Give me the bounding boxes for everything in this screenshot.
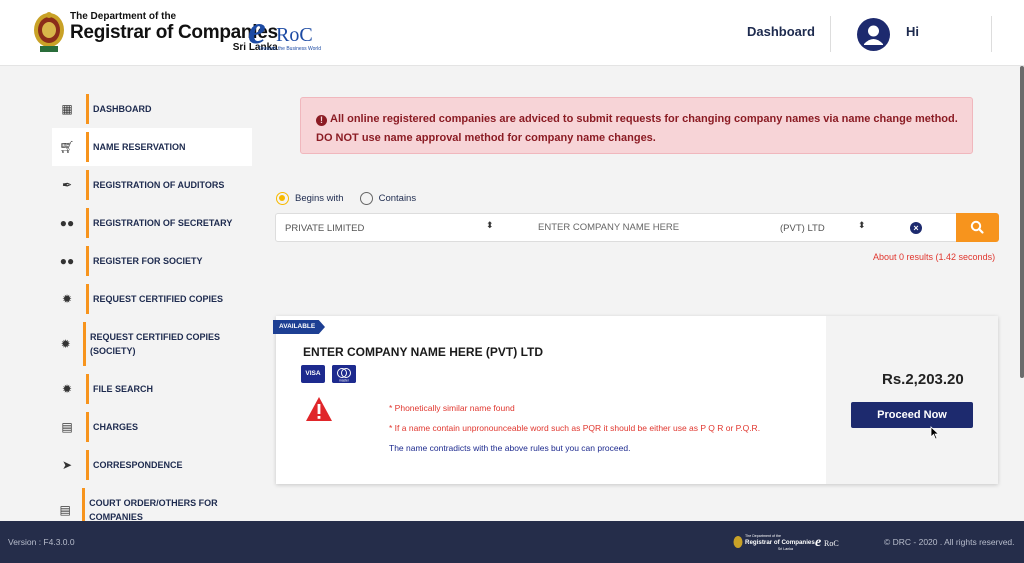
results-count: About 0 results (1.42 seconds)	[873, 252, 996, 262]
visa-icon: VISA	[301, 365, 325, 383]
footer-logo: The Department of the Registrar of Compa…	[733, 531, 848, 553]
company-search-bar: PRIVATE LIMITED ⬍ ENTER COMPANY NAME HER…	[275, 213, 957, 242]
result-company-name: ENTER COMPANY NAME HERE (PVT) LTD	[303, 345, 544, 359]
sidebar-item-label: FILE SEARCH	[93, 384, 154, 394]
proceed-note-message: The name contradicts with the above rule…	[389, 443, 631, 453]
sri-lanka-emblem-icon	[34, 12, 64, 52]
warning-triangle-icon	[306, 397, 332, 421]
dashboard-link[interactable]: Dashboard	[747, 24, 815, 39]
footer-dept-line: The Department of the	[745, 534, 781, 538]
sidebar-item-label: DASHBOARD	[93, 104, 152, 114]
price-panel	[826, 316, 998, 484]
contains-label[interactable]: Contains	[379, 193, 417, 204]
paper-plane-icon: ➤	[61, 458, 73, 472]
sidebar-item-request-certified-copies[interactable]: ✹ REQUEST CERTIFIED COPIES	[52, 280, 252, 318]
alert-line-2: DO NOT use name approval method for comp…	[316, 132, 656, 144]
eroc-tagline: Towards the Business World	[258, 46, 321, 52]
sort-arrows-icon[interactable]: ⬍	[486, 220, 494, 231]
users-icon: ●●	[59, 216, 75, 230]
exclamation-circle-icon: !	[316, 115, 327, 126]
sidebar-item-file-search[interactable]: ✹ FILE SEARCH	[52, 370, 252, 408]
footer-registrar: Registrar of Companies	[745, 539, 815, 546]
search-button[interactable]	[956, 213, 999, 242]
sort-arrows-icon[interactable]: ⬍	[858, 220, 866, 231]
copyright-text: © DRC - 2020 . All rights reserved.	[884, 537, 1015, 547]
sidebar-item-label: REGISTER FOR SOCIETY	[93, 256, 203, 266]
name-change-alert: ! All online registered companies are adv…	[300, 97, 973, 154]
company-name-input[interactable]: ENTER COMPANY NAME HERE	[538, 222, 679, 233]
version-text: Version : F4.3.0.0	[8, 537, 75, 547]
seal-icon: ✹	[61, 382, 73, 396]
contains-radio[interactable]	[359, 192, 373, 205]
sidebar-nav: ▦ DASHBOARD 🛒︎ NAME RESERVATION ✒ REGIST…	[52, 90, 252, 536]
top-header: The Department of the Registrar of Compa…	[0, 0, 1024, 66]
users-icon: ●●	[59, 254, 75, 268]
file-plus-icon: ▤	[59, 503, 71, 517]
proceed-now-button[interactable]: Proceed Now	[851, 402, 973, 428]
mouse-cursor-icon	[930, 426, 940, 440]
footer-eroc-e: e	[815, 535, 821, 550]
sidebar-item-label: REQUEST CERTIFIED COPIES (SOCIETY)	[90, 332, 221, 356]
similar-name-message: * Phonetically similar name found	[389, 403, 515, 413]
sidebar-item-registration-of-auditors[interactable]: ✒ REGISTRATION OF AUDITORS	[52, 166, 252, 204]
clear-icon[interactable]: ×	[910, 222, 922, 234]
seal-icon: ✹	[61, 292, 73, 306]
sidebar-item-registration-of-secretary[interactable]: ●● REGISTRATION OF SECRETARY	[52, 204, 252, 242]
footer-country: Sri Lanka	[778, 547, 793, 551]
unpronounceable-message: * If a name contain unpronounceable word…	[389, 423, 761, 433]
sidebar-item-label: CHARGES	[93, 422, 139, 432]
header-divider	[830, 16, 831, 52]
search-mode-group: Begins with Contains	[276, 192, 432, 205]
page-footer: Version : F4.3.0.0 The Department of the…	[0, 521, 1024, 563]
search-icon	[970, 220, 984, 234]
file-invoice-icon: ▤	[61, 420, 73, 434]
result-card: AVAILABLE ENTER COMPANY NAME HERE (PVT) …	[273, 316, 998, 484]
header-divider	[991, 16, 992, 52]
logo-registrar: Registrar of Companies	[70, 21, 278, 43]
eroc-logo: e RoC Towards the Business World	[248, 7, 326, 54]
pen-icon: ✒	[61, 178, 73, 192]
sidebar-item-name-reservation[interactable]: 🛒︎ NAME RESERVATION	[52, 128, 252, 166]
cart-icon: 🛒︎	[59, 140, 75, 154]
user-avatar-icon[interactable]	[857, 18, 890, 51]
available-badge: AVAILABLE	[273, 320, 325, 334]
begins-with-label[interactable]: Begins with	[295, 193, 344, 204]
eroc-text: RoC	[276, 24, 313, 46]
sidebar-item-label: REQUEST CERTIFIED COPIES	[93, 294, 224, 304]
mastercard-text: master	[339, 379, 350, 383]
footer-eroc-text: RoC	[824, 539, 839, 548]
company-type-select[interactable]: PRIVATE LIMITED	[285, 223, 364, 234]
sidebar-item-request-certified-copies-society[interactable]: ✹ REQUEST CERTIFIED COPIES (SOCIETY)	[52, 318, 252, 370]
user-greeting[interactable]: Hi	[906, 24, 919, 39]
sidebar-item-label: REGISTRATION OF SECRETARY	[93, 218, 233, 228]
page-scrollbar[interactable]	[1020, 66, 1024, 378]
sidebar-item-label: COURT ORDER/OTHERS FOR COMPANIES	[89, 498, 218, 522]
sidebar-item-label: NAME RESERVATION	[93, 142, 186, 152]
alert-line-1: All online registered companies are advi…	[330, 113, 958, 125]
building-icon: ▦	[61, 102, 73, 116]
logo-dept-line: The Department of the	[70, 10, 177, 22]
mastercard-icon: master	[332, 365, 356, 383]
sidebar-item-correspondence[interactable]: ➤ CORRESPONDENCE	[52, 446, 252, 484]
sidebar-item-dashboard[interactable]: ▦ DASHBOARD	[52, 90, 252, 128]
roc-logo[interactable]: The Department of the Registrar of Compa…	[32, 8, 278, 56]
price-value: Rs.2,203.20	[882, 371, 964, 388]
suffix-select[interactable]: (PVT) LTD	[780, 223, 825, 234]
begins-with-radio[interactable]	[276, 192, 289, 205]
sidebar-item-label: REGISTRATION OF AUDITORS	[93, 180, 225, 190]
sidebar-item-label: CORRESPONDENCE	[93, 460, 183, 470]
logo-country: Sri Lanka	[232, 41, 278, 53]
seal-icon: ✹	[60, 337, 71, 351]
sidebar-item-register-for-society[interactable]: ●● REGISTER FOR SOCIETY	[52, 242, 252, 280]
sidebar-item-charges[interactable]: ▤ CHARGES	[52, 408, 252, 446]
